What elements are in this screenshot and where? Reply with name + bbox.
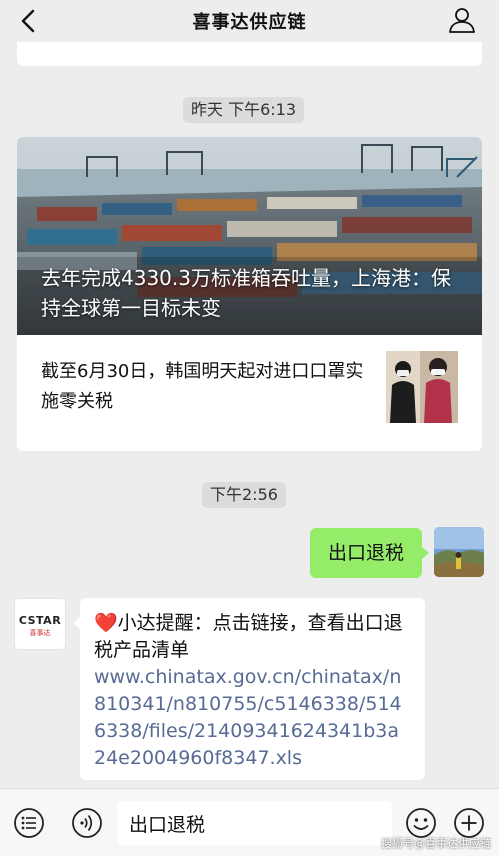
article-hero-image[interactable]: 去年完成4330.3万标准箱吞吐量，上海港：保持全球第一目标未变	[17, 137, 482, 335]
chat-area[interactable]: 昨天 下午6:13 去年完成4330.3万标准箱吞吐量，上海港：保持全球第一目标…	[0, 42, 499, 788]
incoming-message-bubble[interactable]: ❤️小达提醒：点击链接，查看出口退税产品清单 www.chinatax.gov.…	[73, 598, 425, 780]
person-icon[interactable]	[447, 5, 477, 35]
menu-list-icon[interactable]	[12, 806, 46, 840]
article-card[interactable]: 去年完成4330.3万标准箱吞吐量，上海港：保持全球第一目标未变 截至6月30日…	[17, 137, 482, 451]
article-sub-item[interactable]: 截至6月30日，韩国明天起对进口口罩实施零关税	[17, 335, 482, 451]
outgoing-message-bubble[interactable]: 出口退税	[309, 528, 430, 578]
my-avatar[interactable]	[434, 527, 484, 577]
sender-avatar[interactable]: CSTAR 喜事达	[14, 598, 66, 650]
sender-logo-subtext: 喜事达	[29, 629, 51, 637]
article-hero-title[interactable]: 去年完成4330.3万标准箱吞吐量，上海港：保持全球第一目标未变	[41, 263, 461, 323]
chevron-left-icon[interactable]	[14, 6, 44, 36]
chat-title: 喜事达供应链	[192, 12, 307, 33]
sender-logo-text: CSTAR	[18, 614, 62, 627]
voice-icon[interactable]	[70, 806, 104, 840]
reminder-text: 小达提醒：点击链接，查看出口退税产品清单	[94, 612, 403, 661]
top-nav-bar: 喜事达供应链	[0, 0, 499, 42]
export-tax-refund-link[interactable]: www.chinatax.gov.cn/chinatax/n810341/n81…	[94, 664, 411, 772]
timestamp: 下午2:56	[202, 482, 286, 508]
heart-emoji-icon: ❤️	[94, 612, 118, 634]
article-sub-title[interactable]: 截至6月30日，韩国明天起对进口口罩实施零关税	[41, 357, 371, 417]
timestamp: 昨天 下午6:13	[183, 97, 305, 123]
watermark: 搜狐号@喜事达供应链	[381, 837, 491, 850]
input-bar: 搜狐号@喜事达供应链	[0, 788, 499, 856]
message-text: ❤️小达提醒：点击链接，查看出口退税产品清单	[94, 610, 411, 664]
article-sub-thumbnail	[386, 351, 458, 423]
message-input[interactable]	[117, 801, 392, 845]
previous-message-card[interactable]	[17, 42, 482, 66]
